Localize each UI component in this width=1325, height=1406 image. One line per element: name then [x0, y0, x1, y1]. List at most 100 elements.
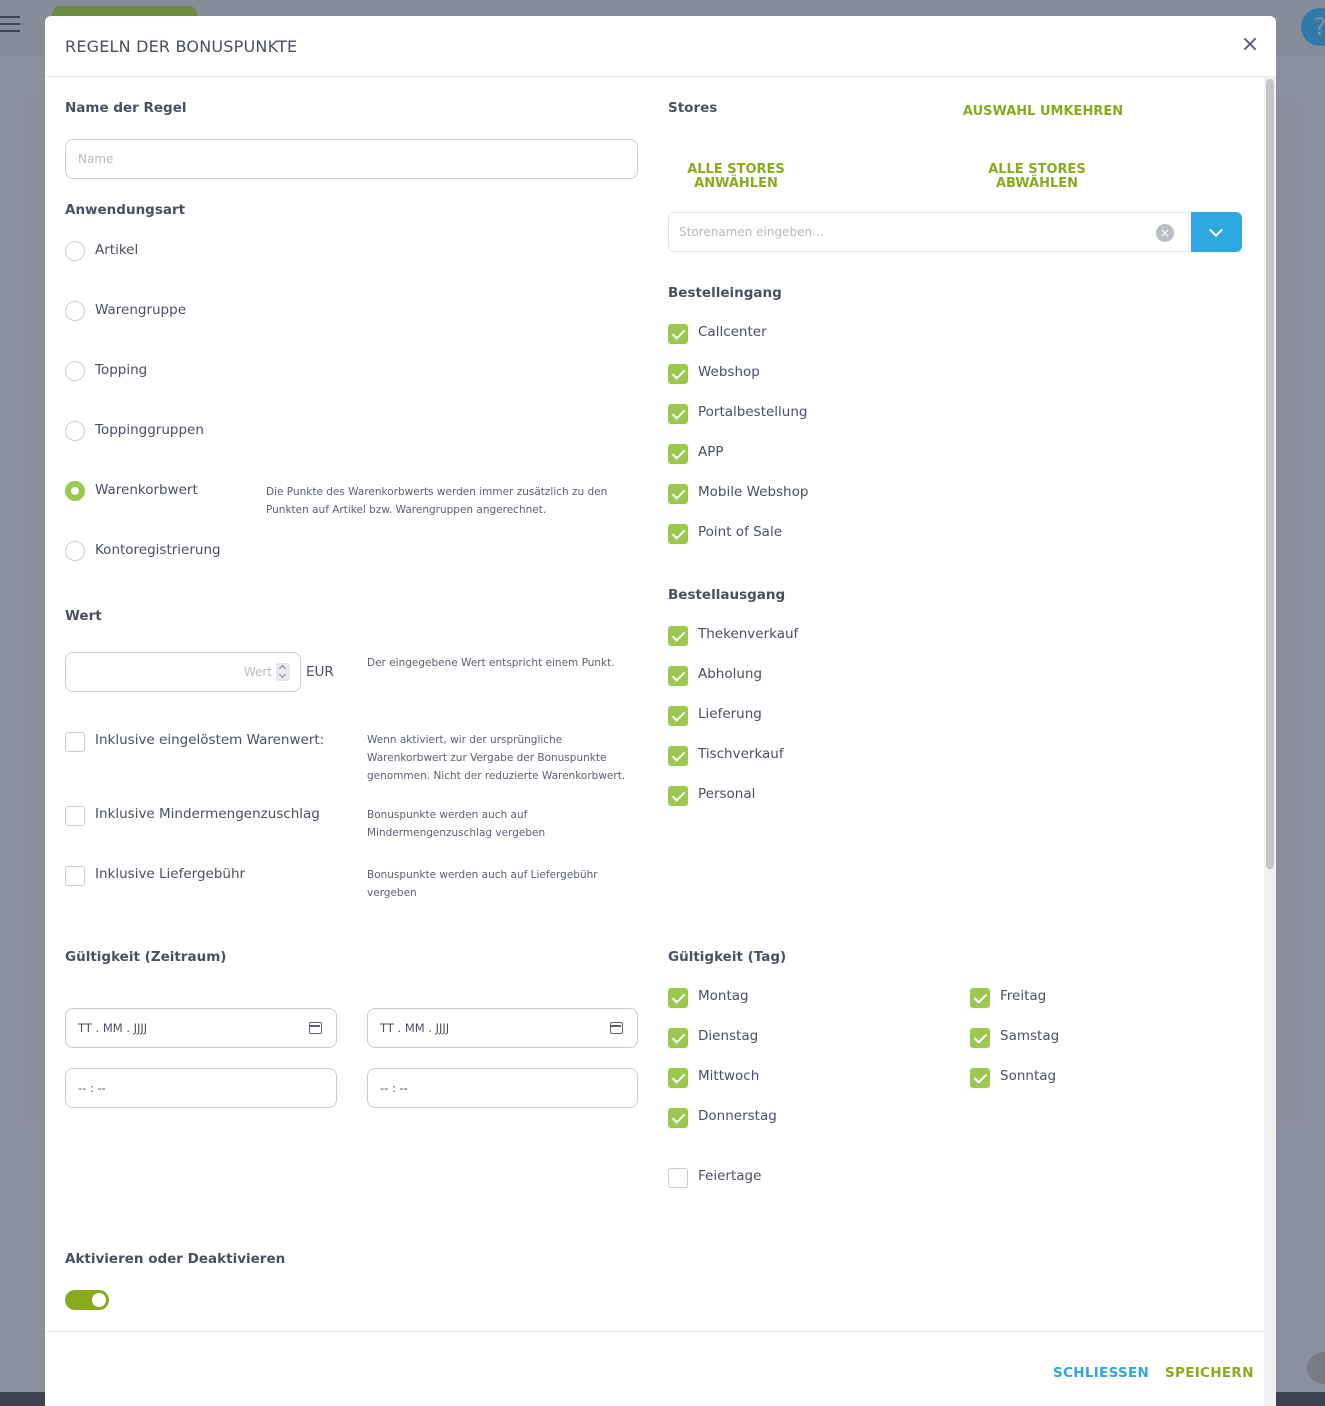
checkbox-feiertage[interactable] [668, 1168, 688, 1188]
rule-name-placeholder: Name [78, 152, 114, 166]
include-redeemed-label: Inklusive eingelöstem Warenwert: [95, 732, 325, 748]
scrollbar[interactable] [1264, 77, 1276, 1406]
radio-label-warenkorbwert: Warenkorbwert [95, 482, 198, 498]
checkbox-tischverkauf[interactable] [668, 746, 688, 766]
application-type-label: Anwendungsart [65, 202, 186, 218]
label-samstag: Samstag [1000, 1028, 1060, 1044]
calendar-icon[interactable] [610, 1022, 623, 1034]
radio-label-toppinggruppen: Toppinggruppen [95, 422, 204, 438]
radio-toppinggruppen[interactable] [65, 421, 85, 441]
label-portalbestellung: Portalbestellung [698, 404, 808, 420]
value-input[interactable]: Wert [65, 652, 301, 692]
label-point-of-sale: Point of Sale [698, 524, 783, 540]
label-callcenter: Callcenter [698, 324, 767, 340]
include-redeemed-checkbox[interactable] [65, 732, 85, 752]
radio-label-kontoregistrierung: Kontoregistrierung [95, 542, 221, 558]
start-date-value: TT . MM . JJJJ [78, 1021, 148, 1035]
checkbox-callcenter[interactable] [668, 324, 688, 344]
select-all-stores-button[interactable]: ALLE STORES ANWÄHLEN [686, 163, 786, 191]
include-surcharge-note: Bonuspunkte werden auch auf Mindermengen… [367, 809, 546, 839]
checkbox-app[interactable] [668, 444, 688, 464]
store-search-select[interactable]: Storenamen eingeben... × [668, 212, 1242, 252]
checkbox-donnerstag[interactable] [668, 1108, 688, 1128]
validity-day-label: Gültigkeit (Tag) [668, 949, 787, 965]
scrollbar-thumb[interactable] [1266, 79, 1274, 869]
checkbox-point-of-sale[interactable] [668, 524, 688, 544]
label-webshop: Webshop [698, 364, 760, 380]
clear-icon[interactable]: × [1156, 224, 1174, 242]
footer-divider [45, 1331, 1264, 1332]
include-delivery-fee-label: Inklusive Liefergebühr [95, 866, 246, 882]
checkbox-thekenverkauf[interactable] [668, 626, 688, 646]
end-date-input[interactable]: TT . MM . JJJJ [367, 1008, 638, 1048]
activation-toggle[interactable] [65, 1290, 109, 1310]
modal-header: REGELN DER BONUSPUNKTE [45, 16, 1276, 77]
checkbox-portalbestellung[interactable] [668, 404, 688, 424]
background-circle [1307, 1352, 1325, 1384]
end-date-value: TT . MM . JJJJ [380, 1021, 450, 1035]
warenkorbwert-note: Die Punkte des Warenkorbwerts werden imm… [266, 486, 608, 516]
label-donnerstag: Donnerstag [698, 1108, 777, 1124]
checkbox-freitag[interactable] [970, 988, 990, 1008]
label-dienstag: Dienstag [698, 1028, 759, 1044]
checkbox-montag[interactable] [668, 988, 688, 1008]
label-feiertage: Feiertage [698, 1168, 762, 1184]
checkbox-dienstag[interactable] [668, 1028, 688, 1048]
close-icon[interactable] [1242, 36, 1258, 52]
label-abholung: Abholung [698, 666, 763, 682]
radio-artikel[interactable] [65, 241, 85, 261]
store-search-placeholder: Storenamen eingeben... [679, 225, 824, 239]
rule-name-input[interactable]: Name [65, 139, 638, 179]
order-output-label: Bestellausgang [668, 587, 786, 603]
end-time-value: -- : -- [380, 1081, 408, 1095]
order-input-label: Bestelleingang [668, 285, 782, 301]
include-delivery-fee-checkbox[interactable] [65, 866, 85, 886]
label-personal: Personal [698, 786, 756, 802]
label-thekenverkauf: Thekenverkauf [698, 626, 799, 642]
radio-warengruppe[interactable] [65, 301, 85, 321]
checkbox-sonntag[interactable] [970, 1068, 990, 1088]
checkbox-webshop[interactable] [668, 364, 688, 384]
start-time-value: -- : -- [78, 1081, 106, 1095]
stepper-icon[interactable] [276, 663, 290, 681]
calendar-icon[interactable] [309, 1022, 322, 1034]
include-delivery-fee-note: Bonuspunkte werden auch auf Liefergebühr… [367, 869, 598, 899]
value-label: Wert [65, 608, 102, 624]
checkbox-lieferung[interactable] [668, 706, 688, 726]
checkbox-mittwoch[interactable] [668, 1068, 688, 1088]
start-date-input[interactable]: TT . MM . JJJJ [65, 1008, 337, 1048]
include-surcharge-checkbox[interactable] [65, 806, 85, 826]
label-tischverkauf: Tischverkauf [698, 746, 784, 762]
checkbox-mobile-webshop[interactable] [668, 484, 688, 504]
chevron-down-icon[interactable] [1191, 212, 1242, 252]
label-sonntag: Sonntag [1000, 1068, 1057, 1084]
rule-name-label: Name der Regel [65, 100, 187, 116]
radio-label-topping: Topping [95, 362, 148, 378]
label-app: APP [698, 444, 724, 460]
invert-selection-button[interactable]: AUSWAHL UMKEHREN [945, 105, 1141, 119]
checkbox-samstag[interactable] [970, 1028, 990, 1048]
bonus-rules-modal: REGELN DER BONUSPUNKTE Name der Regel Na… [45, 16, 1276, 1406]
checkbox-personal[interactable] [668, 786, 688, 806]
radio-topping[interactable] [65, 361, 85, 381]
end-time-input[interactable]: -- : -- [367, 1068, 638, 1108]
close-button[interactable]: SCHLIESSEN [1053, 1365, 1149, 1381]
label-lieferung: Lieferung [698, 706, 762, 722]
stores-label: Stores [668, 100, 718, 116]
validity-period-label: Gültigkeit (Zeitraum) [65, 949, 227, 965]
activation-label: Aktivieren oder Deaktivieren [65, 1251, 286, 1267]
save-button[interactable]: SPEICHERN [1165, 1365, 1254, 1381]
deselect-all-stores-button[interactable]: ALLE STORES ABWÄHLEN [987, 163, 1087, 191]
menu-icon [0, 16, 22, 36]
label-mittwoch: Mittwoch [698, 1068, 760, 1084]
checkbox-abholung[interactable] [668, 666, 688, 686]
radio-label-warengruppe: Warengruppe [95, 302, 186, 318]
radio-kontoregistrierung[interactable] [65, 541, 85, 561]
currency-label: EUR [306, 664, 334, 680]
radio-warenkorbwert[interactable] [65, 481, 85, 501]
modal-title: REGELN DER BONUSPUNKTE [65, 37, 298, 56]
value-note: Der eingegebene Wert entspricht einem Pu… [367, 657, 615, 669]
label-freitag: Freitag [1000, 988, 1047, 1004]
value-placeholder: Wert [243, 665, 272, 679]
start-time-input[interactable]: -- : -- [65, 1068, 337, 1108]
